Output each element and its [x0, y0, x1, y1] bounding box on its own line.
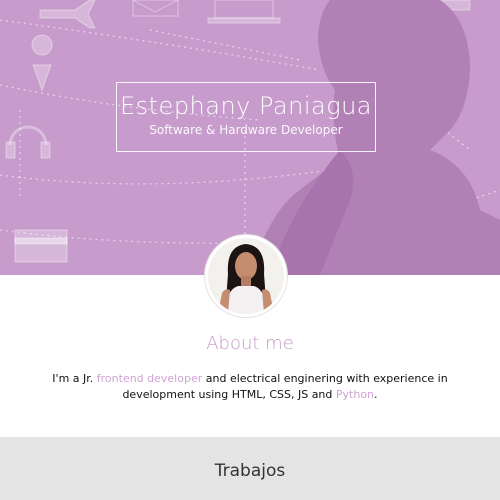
name-title-box: Estephany Paniagua Software & Hardware D… — [116, 82, 376, 152]
about-text-part: . — [374, 388, 378, 401]
hero-banner: Estephany Paniagua Software & Hardware D… — [0, 0, 500, 275]
about-description: I'm a Jr. frontend developer and electri… — [20, 371, 480, 403]
location-pin-icon — [31, 34, 53, 92]
laptop-icon — [207, 0, 281, 24]
airplane-icon — [39, 0, 96, 29]
about-heading: About me — [206, 333, 294, 354]
frontend-developer-highlight: frontend developer — [96, 372, 203, 385]
envelope-icon — [132, 0, 179, 17]
page-title: Estephany Paniagua — [119, 92, 373, 120]
credit-card-icon — [14, 229, 68, 263]
headphones-icon — [5, 125, 51, 159]
python-highlight: Python — [335, 388, 375, 401]
works-section: Trabajos — [0, 437, 500, 500]
avatar — [205, 235, 287, 317]
about-text-part: I'm a Jr. — [52, 372, 97, 385]
profile-photo — [208, 238, 284, 314]
page-subtitle: Software & Hardware Developer — [149, 123, 343, 137]
works-heading: Trabajos — [214, 461, 286, 481]
